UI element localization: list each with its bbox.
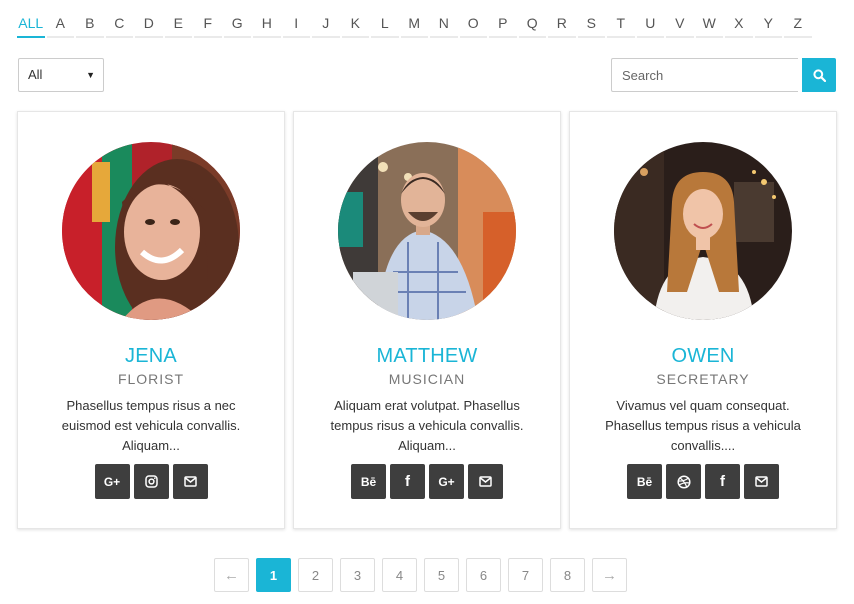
prev-page-button[interactable]: ← [214,558,249,592]
search-input[interactable] [611,58,798,92]
page-button-4[interactable]: 4 [382,558,417,592]
letter-filter-p[interactable]: P [489,14,517,38]
facebook-icon: f [720,473,725,490]
google-plus-button[interactable]: G+ [94,464,130,499]
social-links: Bē f G+ [294,464,560,499]
facebook-icon: f [405,473,410,490]
member-description: Aliquam erat volutpat. Phasellus tempus … [330,398,524,453]
page-button-1[interactable]: 1 [256,558,291,592]
google-plus-icon: G+ [103,474,121,489]
search-icon [812,68,826,82]
letter-filter-h[interactable]: H [253,14,281,38]
page-button-2[interactable]: 2 [298,558,333,592]
letter-filter-j[interactable]: J [312,14,340,38]
social-links: G+ [18,464,284,499]
social-links: Bē f [570,464,836,499]
letter-filter-f[interactable]: F [194,14,222,38]
member-role: FLORIST [117,371,185,387]
letter-filter-t[interactable]: T [607,14,635,38]
member-photo [62,142,240,320]
behance-icon: Bē [636,474,653,489]
email-button[interactable] [172,464,208,499]
instagram-button[interactable] [133,464,169,499]
letter-filter-w[interactable]: W [695,14,723,38]
email-button[interactable] [468,464,503,499]
page-button-6[interactable]: 6 [466,558,501,592]
member-photo [614,142,792,320]
search-button[interactable] [802,58,836,92]
email-button[interactable] [744,464,779,499]
letter-filter-all[interactable]: ALL [17,14,45,38]
letter-filter-i[interactable]: I [282,14,310,38]
google-plus-button[interactable]: G+ [429,464,464,499]
member-role: SECRETARY [656,371,750,387]
letter-filter-r[interactable]: R [548,14,576,38]
behance-icon: Bē [360,474,377,489]
alphabet-filter: ALL A B C D E F G H I J K L M N O P Q R … [17,14,814,38]
letter-filter-a[interactable]: A [46,14,74,38]
pagination: ← 1 2 3 4 5 6 7 8 → [214,558,627,592]
member-card: JENA FLORIST Phasellus tempus risus a ne… [17,111,285,529]
member-name: MATTHEW [376,345,478,367]
letter-filter-d[interactable]: D [135,14,163,38]
page-button-8[interactable]: 8 [550,558,585,592]
member-description: Phasellus tempus risus a nec euismod est… [61,398,241,453]
letter-filter-x[interactable]: X [725,14,753,38]
letter-filter-m[interactable]: M [400,14,428,38]
letter-filter-n[interactable]: N [430,14,458,38]
letter-filter-q[interactable]: Q [518,14,546,38]
member-role: MUSICIAN [388,371,466,387]
email-icon [479,476,492,487]
letter-filter-o[interactable]: O [459,14,487,38]
letter-filter-c[interactable]: C [105,14,133,38]
email-icon [183,476,197,487]
letter-filter-u[interactable]: U [636,14,664,38]
member-card: OWEN SECRETARY Vivamus vel quam consequa… [569,111,837,529]
page-button-7[interactable]: 7 [508,558,543,592]
letter-filter-v[interactable]: V [666,14,694,38]
next-page-button[interactable]: → [592,558,627,592]
letter-filter-z[interactable]: Z [784,14,812,38]
letter-filter-k[interactable]: K [341,14,369,38]
behance-button[interactable]: Bē [627,464,662,499]
dribbble-icon [676,474,691,489]
letter-filter-g[interactable]: G [223,14,251,38]
member-card: MATTHEW MUSICIAN Aliquam erat volutpat. … [293,111,561,529]
member-name: OWEN [671,345,735,367]
google-plus-icon: G+ [438,474,455,489]
category-select[interactable]: All ▼ [18,58,104,92]
email-icon [755,476,768,487]
page-button-5[interactable]: 5 [424,558,459,592]
letter-filter-b[interactable]: B [76,14,104,38]
category-select-value: All [28,67,43,82]
behance-button[interactable]: Bē [351,464,386,499]
member-photo [338,142,516,320]
facebook-button[interactable]: f [390,464,425,499]
page-button-3[interactable]: 3 [340,558,375,592]
letter-filter-s[interactable]: S [577,14,605,38]
facebook-button[interactable]: f [705,464,740,499]
caret-down-icon: ▼ [86,70,95,80]
letter-filter-e[interactable]: E [164,14,192,38]
dribbble-button[interactable] [666,464,701,499]
member-name: JENA [125,345,177,367]
instagram-icon [144,475,158,488]
letter-filter-y[interactable]: Y [754,14,782,38]
member-description: Vivamus vel quam consequat. Phasellus te… [605,398,801,453]
letter-filter-l[interactable]: L [371,14,399,38]
